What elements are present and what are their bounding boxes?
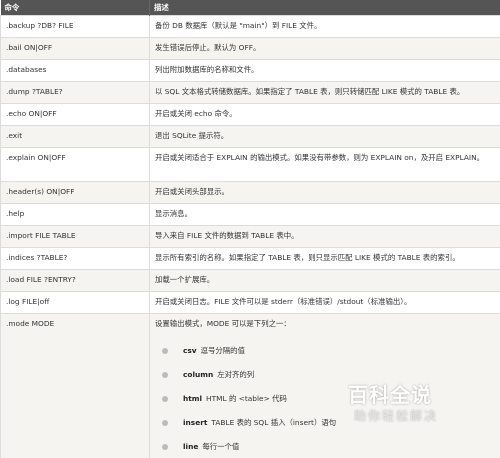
mode-desc: 逗号分隔的值 (200, 346, 245, 355)
table-row: .log FILE|off 开启或关闭日志。FILE 文件可以是 stderr（… (0, 290, 500, 314)
description-cell: 显示消息。 (149, 202, 500, 226)
mode-desc: HTML 的 <table> 代码 (206, 394, 287, 403)
mode-key: html (183, 394, 203, 403)
table-row: .exit 退出 SQLite 提示符。 (0, 124, 500, 148)
table-row: .bail ON|OFF 发生错误后停止。默认为 OFF。 (0, 36, 500, 60)
description-cell: 以 SQL 文本格式转储数据库。如果指定了 TABLE 表，则只转储匹配 LIK… (149, 80, 500, 104)
bullet-icon (162, 371, 168, 378)
description-cell: 显示所有索引的名称。如果指定了 TABLE 表，则只显示匹配 LIKE 模式的 … (149, 246, 500, 270)
bullet-icon (162, 395, 168, 402)
header-description: 描述 (149, 0, 500, 15)
list-item: line 每行一个值 (162, 435, 495, 458)
command-cell: .log FILE|off (0, 290, 150, 314)
mode-key: column (183, 370, 214, 379)
table-row: .echo ON|OFF 开启或关闭 echo 命令。 (0, 102, 500, 126)
watermark-logo: 百科全说 助你轻松解决 (348, 382, 466, 432)
watermark-title: 百科全说 (348, 383, 432, 407)
command-cell: .echo ON|OFF (0, 102, 150, 126)
command-cell: .indices ?TABLE? (0, 246, 150, 270)
command-cell: .help (0, 202, 150, 226)
command-cell: .exit (0, 124, 150, 148)
command-cell: .import FILE TABLE (0, 224, 150, 248)
description-cell: 开启或关闭 echo 命令。 (149, 102, 500, 126)
command-cell: .backup ?DB? FILE (0, 14, 150, 38)
mode-key: insert (183, 418, 208, 427)
description-cell: 导入来自 FILE 文件的数据到 TABLE 表中。 (149, 224, 500, 248)
list-item: csv 逗号分隔的值 (162, 339, 495, 363)
table-row: .import FILE TABLE 导入来自 FILE 文件的数据到 TABL… (0, 224, 500, 248)
table-row: .dump ?TABLE? 以 SQL 文本格式转储数据库。如果指定了 TABL… (0, 80, 500, 104)
description-cell: 开启或关闭适合于 EXPLAIN 的输出模式。如果没有带参数，则为 EXPLAI… (149, 146, 500, 182)
table-row: .header(s) ON|OFF 开启或关闭头部显示。 (0, 180, 500, 204)
table-header-row: 命令 描述 (0, 0, 500, 15)
description-cell: 备份 DB 数据库（默认是 "main"）到 FILE 文件。 (149, 14, 500, 38)
table-row: .help 显示消息。 (0, 202, 500, 226)
bullet-icon (162, 347, 168, 354)
watermark-subtitle: 助你轻松解决 (354, 409, 439, 423)
command-cell: .mode MODE (0, 312, 150, 458)
mode-key: csv (183, 346, 197, 355)
description-cell: 列出附加数据库的名称和文件。 (149, 58, 500, 82)
mode-intro-text: 设置输出模式，MODE 可以是下列之一： (155, 318, 291, 328)
command-cell: .bail ON|OFF (0, 36, 150, 60)
command-cell: .load FILE ?ENTRY? (0, 268, 150, 292)
command-cell: .explain ON|OFF (0, 146, 150, 182)
description-cell: 退出 SQLite 提示符。 (149, 124, 500, 148)
table-row: .backup ?DB? FILE 备份 DB 数据库（默认是 "main"）到… (0, 14, 500, 38)
bullet-icon (162, 419, 168, 426)
mode-desc: 左对齐的列 (217, 370, 255, 379)
mode-key: line (183, 442, 199, 451)
mode-desc: 每行一个值 (202, 442, 240, 451)
description-cell: 开启或关闭头部显示。 (149, 180, 500, 204)
description-cell: 开启或关闭日志。FILE 文件可以是 stderr（标准错误）/stdout（标… (149, 290, 500, 314)
table-row: .indices ?TABLE? 显示所有索引的名称。如果指定了 TABLE 表… (0, 246, 500, 270)
bullet-icon (162, 443, 168, 450)
table-row: .explain ON|OFF 开启或关闭适合于 EXPLAIN 的输出模式。如… (0, 146, 500, 182)
table-row: .load FILE ?ENTRY? 加载一个扩展库。 (0, 268, 500, 292)
command-cell: .dump ?TABLE? (0, 80, 150, 104)
description-cell: 发生错误后停止。默认为 OFF。 (149, 36, 500, 60)
command-cell: .header(s) ON|OFF (0, 180, 150, 204)
mode-desc: TABLE 表的 SQL 插入（insert）语句 (211, 418, 337, 427)
table-row: .databases 列出附加数据库的名称和文件。 (0, 58, 500, 82)
header-command: 命令 (0, 0, 150, 15)
description-cell: 加载一个扩展库。 (149, 268, 500, 292)
command-cell: .databases (0, 58, 150, 82)
